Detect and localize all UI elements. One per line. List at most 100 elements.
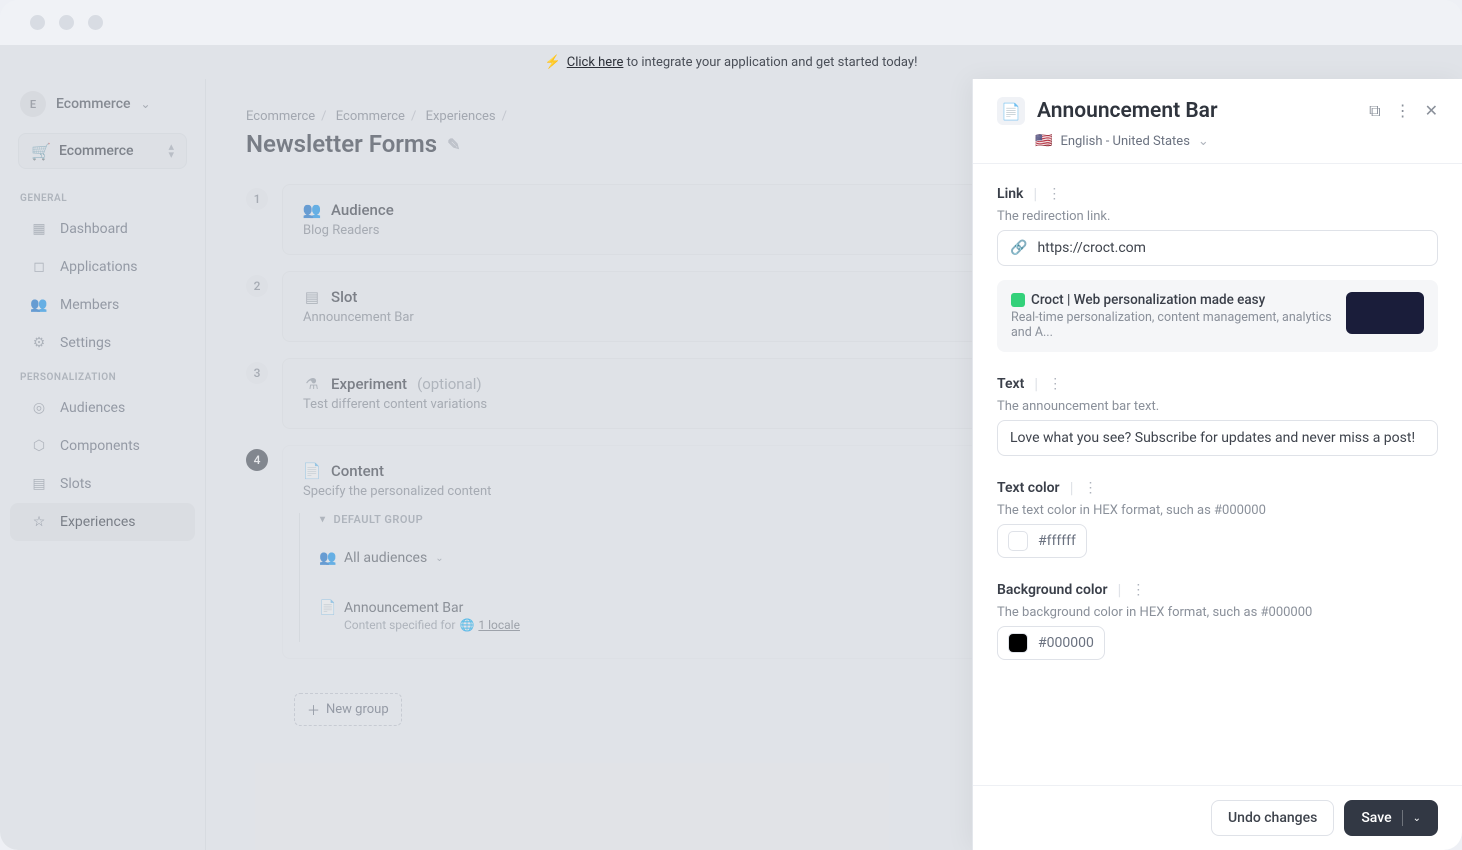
step-badge-4: 4 xyxy=(246,449,268,471)
sidebar-item-experiences[interactable]: ☆ Experiences xyxy=(10,503,195,541)
text-color-label: Text color xyxy=(997,480,1060,496)
bg-color-label: Background color xyxy=(997,582,1108,598)
text-color-input[interactable]: #ffffff xyxy=(997,524,1087,558)
step-badge-1: 1 xyxy=(246,188,268,210)
link-field-menu[interactable]: ⋮ xyxy=(1047,186,1061,202)
text-input[interactable] xyxy=(1010,430,1425,446)
link-icon: 🔗 xyxy=(1010,240,1027,256)
crumb-project[interactable]: Ecommerce xyxy=(336,109,405,124)
new-group-button[interactable]: ＋New group xyxy=(294,693,402,726)
text-color-desc: The text color in HEX format, such as #0… xyxy=(997,503,1438,518)
traffic-light-close[interactable] xyxy=(30,15,45,30)
layout-icon: ▤ xyxy=(30,475,48,493)
panel-title: Announcement Bar xyxy=(1037,99,1357,123)
sort-icon: ▴▾ xyxy=(168,143,174,159)
bg-color-input[interactable]: #000000 xyxy=(997,626,1105,660)
chevron-down-icon: ⌄ xyxy=(141,97,151,111)
bg-color-field-menu[interactable]: ⋮ xyxy=(1131,582,1145,598)
traffic-light-max[interactable] xyxy=(88,15,103,30)
chevron-down-icon[interactable]: ⌄ xyxy=(1413,813,1421,824)
link-input-wrap[interactable]: 🔗 xyxy=(997,230,1438,266)
workspace-selector[interactable]: E Ecommerce ⌄ xyxy=(0,91,205,129)
undo-button[interactable]: Undo changes xyxy=(1211,800,1334,836)
link-input[interactable] xyxy=(1037,240,1425,256)
sidebar-item-audiences[interactable]: ◎ Audiences xyxy=(10,389,195,427)
nav-label: Slots xyxy=(60,476,92,492)
traffic-light-min[interactable] xyxy=(59,15,74,30)
crumb-workspace[interactable]: Ecommerce xyxy=(246,109,315,124)
cube-icon: ⬡ xyxy=(30,437,48,455)
flask-icon: ⚗ xyxy=(303,375,321,393)
preview-title-text: Croct | Web personalization made easy xyxy=(1031,292,1265,308)
banner-link[interactable]: Click here xyxy=(567,55,624,70)
nav-label: Members xyxy=(60,297,119,313)
window-titlebar xyxy=(0,0,1462,45)
gear-icon: ⚙ xyxy=(30,334,48,352)
star-icon: ☆ xyxy=(30,513,48,531)
bg-color-desc: The background color in HEX format, such… xyxy=(997,605,1438,620)
text-color-value: #ffffff xyxy=(1038,533,1076,549)
sidebar-item-dashboard[interactable]: ▦Dashboard xyxy=(10,210,195,248)
nav-label: Settings xyxy=(60,335,111,351)
banner-text: to integrate your application and get st… xyxy=(623,55,917,70)
sidebar-item-applications[interactable]: ◻Applications xyxy=(10,248,195,286)
more-icon[interactable]: ⋮ xyxy=(1395,101,1411,121)
section-personalization: PERSONALIZATION xyxy=(0,362,205,389)
copy-icon[interactable]: ⧉ xyxy=(1369,101,1380,121)
sidebar-item-settings[interactable]: ⚙ Settings xyxy=(10,324,195,362)
document-icon: 📄 xyxy=(997,97,1025,125)
preview-sub-text: Real-time personalization, content manag… xyxy=(1011,310,1332,340)
locale-link[interactable]: 1 locale xyxy=(478,618,520,632)
text-label: Text xyxy=(997,376,1024,392)
nav-label: Experiences xyxy=(60,514,135,530)
optional-label: (optional) xyxy=(417,375,482,393)
link-label: Link xyxy=(997,186,1023,202)
sidebar-item-components[interactable]: ⬡ Components xyxy=(10,427,195,465)
globe-icon: 🌐 xyxy=(459,618,474,632)
save-button[interactable]: Save⌄ xyxy=(1344,800,1438,836)
sidebar-item-members[interactable]: 👥 Members xyxy=(10,286,195,324)
content-editor-panel: 📄 Announcement Bar ⧉ ⋮ ✕ 🇺🇸 English - Un… xyxy=(972,79,1462,850)
workspace-avatar: E xyxy=(20,91,46,117)
step-title-text: Experiment xyxy=(331,375,407,393)
step-title-text: Audience xyxy=(331,201,394,219)
step-badge-3: 3 xyxy=(246,362,268,384)
preview-thumbnail xyxy=(1346,292,1424,334)
edit-title-icon[interactable]: ✎ xyxy=(447,135,460,154)
text-color-swatch xyxy=(1008,531,1028,551)
step-badge-2: 2 xyxy=(246,275,268,297)
locale-label: English - United States xyxy=(1060,134,1189,149)
step-title-text: Content xyxy=(331,462,384,480)
target-icon: ◎ xyxy=(30,399,48,417)
project-switcher-label: Ecommerce xyxy=(59,143,158,159)
nav-label: Components xyxy=(60,438,140,454)
bg-color-swatch xyxy=(1008,633,1028,653)
step-title-text: Slot xyxy=(331,288,357,306)
chevron-down-icon: ⌄ xyxy=(435,553,443,564)
link-preview-card: Croct | Web personalization made easy Re… xyxy=(997,280,1438,352)
window-icon: ◻ xyxy=(30,258,48,276)
project-switcher[interactable]: 🛒 Ecommerce ▴▾ xyxy=(18,133,187,169)
nav-label: Dashboard xyxy=(60,221,128,237)
sidebar: E Ecommerce ⌄ 🛒 Ecommerce ▴▾ GENERAL ▦Da… xyxy=(0,79,206,850)
nav-label: Audiences xyxy=(60,400,125,416)
document-icon: 📄 xyxy=(320,600,336,616)
sidebar-item-slots[interactable]: ▤ Slots xyxy=(10,465,195,503)
layout-icon: ▤ xyxy=(303,288,321,306)
cart-icon: 🛒 xyxy=(31,142,49,160)
croct-favicon-icon xyxy=(1011,293,1025,307)
text-desc: The announcement bar text. xyxy=(997,399,1438,414)
integration-banner: ⚡ Click here to integrate your applicati… xyxy=(0,45,1462,79)
text-field-menu[interactable]: ⋮ xyxy=(1048,376,1062,392)
text-input-wrap[interactable] xyxy=(997,420,1438,456)
users-icon: 👥 xyxy=(30,296,48,314)
crumb-section[interactable]: Experiences xyxy=(426,109,496,124)
locale-selector[interactable]: 🇺🇸 English - United States ⌄ xyxy=(1035,133,1438,149)
plug-icon: ⚡ xyxy=(545,55,561,70)
link-desc: The redirection link. xyxy=(997,209,1438,224)
text-color-field-menu[interactable]: ⋮ xyxy=(1084,480,1098,496)
close-icon[interactable]: ✕ xyxy=(1425,101,1438,121)
workspace-name: Ecommerce xyxy=(56,96,131,112)
plus-icon: ＋ xyxy=(307,700,320,719)
section-general: GENERAL xyxy=(0,183,205,210)
